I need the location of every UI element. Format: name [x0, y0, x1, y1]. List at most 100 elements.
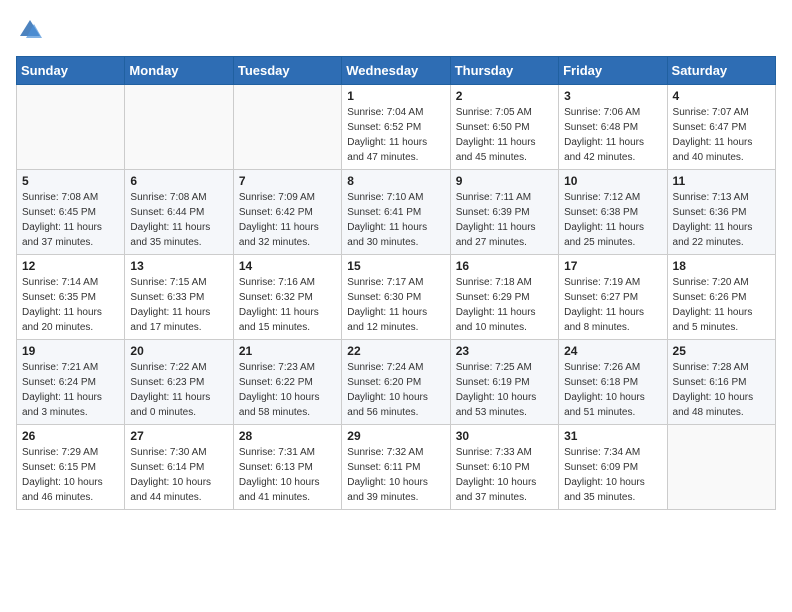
calendar-table: SundayMondayTuesdayWednesdayThursdayFrid… — [16, 56, 776, 510]
day-number: 16 — [456, 259, 553, 273]
calendar-week-row: 19 Sunrise: 7:21 AM Sunset: 6:24 PM Dayli… — [17, 340, 776, 425]
day-number: 29 — [347, 429, 444, 443]
day-info: Sunrise: 7:09 AM Sunset: 6:42 PM Dayligh… — [239, 190, 336, 250]
day-info: Sunrise: 7:07 AM Sunset: 6:47 PM Dayligh… — [673, 105, 770, 165]
day-number: 8 — [347, 174, 444, 188]
day-info: Sunrise: 7:13 AM Sunset: 6:36 PM Dayligh… — [673, 190, 770, 250]
day-info: Sunrise: 7:28 AM Sunset: 6:16 PM Dayligh… — [673, 360, 770, 420]
col-header-monday: Monday — [125, 57, 233, 85]
day-number: 21 — [239, 344, 336, 358]
day-number: 19 — [22, 344, 119, 358]
day-info: Sunrise: 7:32 AM Sunset: 6:11 PM Dayligh… — [347, 445, 444, 505]
calendar-cell: 16 Sunrise: 7:18 AM Sunset: 6:29 PM Dayli… — [450, 255, 558, 340]
day-info: Sunrise: 7:08 AM Sunset: 6:44 PM Dayligh… — [130, 190, 227, 250]
day-info: Sunrise: 7:34 AM Sunset: 6:09 PM Dayligh… — [564, 445, 661, 505]
calendar-cell: 13 Sunrise: 7:15 AM Sunset: 6:33 PM Dayli… — [125, 255, 233, 340]
day-number: 24 — [564, 344, 661, 358]
calendar-cell: 31 Sunrise: 7:34 AM Sunset: 6:09 PM Dayli… — [559, 425, 667, 510]
calendar-cell: 23Sunrise: 7:25 AM Sunset: 6:19 PM Dayli… — [450, 340, 558, 425]
day-number: 27 — [130, 429, 227, 443]
day-info: Sunrise: 7:33 AM Sunset: 6:10 PM Dayligh… — [456, 445, 553, 505]
day-number: 15 — [347, 259, 444, 273]
calendar-cell — [17, 85, 125, 170]
calendar-cell: 10Sunrise: 7:12 AM Sunset: 6:38 PM Dayli… — [559, 170, 667, 255]
day-info: Sunrise: 7:25 AM Sunset: 6:19 PM Dayligh… — [456, 360, 553, 420]
day-number: 4 — [673, 89, 770, 103]
calendar-cell: 9 Sunrise: 7:11 AM Sunset: 6:39 PM Daylig… — [450, 170, 558, 255]
day-number: 10 — [564, 174, 661, 188]
col-header-wednesday: Wednesday — [342, 57, 450, 85]
calendar-cell: 5 Sunrise: 7:08 AM Sunset: 6:45 PM Daylig… — [17, 170, 125, 255]
day-info: Sunrise: 7:17 AM Sunset: 6:30 PM Dayligh… — [347, 275, 444, 335]
calendar-cell: 18Sunrise: 7:20 AM Sunset: 6:26 PM Dayli… — [667, 255, 775, 340]
calendar-cell: 11 Sunrise: 7:13 AM Sunset: 6:36 PM Dayli… — [667, 170, 775, 255]
calendar-week-row: 1Sunrise: 7:04 AM Sunset: 6:52 PM Daylig… — [17, 85, 776, 170]
logo — [16, 16, 48, 44]
day-info: Sunrise: 7:23 AM Sunset: 6:22 PM Dayligh… — [239, 360, 336, 420]
col-header-saturday: Saturday — [667, 57, 775, 85]
day-info: Sunrise: 7:06 AM Sunset: 6:48 PM Dayligh… — [564, 105, 661, 165]
day-number: 5 — [22, 174, 119, 188]
day-number: 14 — [239, 259, 336, 273]
calendar-cell — [233, 85, 341, 170]
calendar-cell: 17Sunrise: 7:19 AM Sunset: 6:27 PM Dayli… — [559, 255, 667, 340]
day-info: Sunrise: 7:20 AM Sunset: 6:26 PM Dayligh… — [673, 275, 770, 335]
col-header-tuesday: Tuesday — [233, 57, 341, 85]
logo-icon — [16, 16, 44, 44]
day-number: 11 — [673, 174, 770, 188]
calendar-cell: 20 Sunrise: 7:22 AM Sunset: 6:23 PM Dayli… — [125, 340, 233, 425]
day-info: Sunrise: 7:14 AM Sunset: 6:35 PM Dayligh… — [22, 275, 119, 335]
day-info: Sunrise: 7:16 AM Sunset: 6:32 PM Dayligh… — [239, 275, 336, 335]
day-info: Sunrise: 7:24 AM Sunset: 6:20 PM Dayligh… — [347, 360, 444, 420]
calendar-cell: 27 Sunrise: 7:30 AM Sunset: 6:14 PM Dayli… — [125, 425, 233, 510]
col-header-sunday: Sunday — [17, 57, 125, 85]
page-header — [16, 16, 776, 44]
day-number: 2 — [456, 89, 553, 103]
calendar-cell: 8 Sunrise: 7:10 AM Sunset: 6:41 PM Daylig… — [342, 170, 450, 255]
calendar-cell: 6 Sunrise: 7:08 AM Sunset: 6:44 PM Daylig… — [125, 170, 233, 255]
day-info: Sunrise: 7:30 AM Sunset: 6:14 PM Dayligh… — [130, 445, 227, 505]
calendar-week-row: 26 Sunrise: 7:29 AM Sunset: 6:15 PM Dayli… — [17, 425, 776, 510]
calendar-cell: 21 Sunrise: 7:23 AM Sunset: 6:22 PM Dayli… — [233, 340, 341, 425]
calendar-cell: 7Sunrise: 7:09 AM Sunset: 6:42 PM Daylig… — [233, 170, 341, 255]
day-info: Sunrise: 7:04 AM Sunset: 6:52 PM Dayligh… — [347, 105, 444, 165]
calendar-header-row: SundayMondayTuesdayWednesdayThursdayFrid… — [17, 57, 776, 85]
day-number: 17 — [564, 259, 661, 273]
calendar-cell: 25Sunrise: 7:28 AM Sunset: 6:16 PM Dayli… — [667, 340, 775, 425]
day-number: 26 — [22, 429, 119, 443]
calendar-cell: 30 Sunrise: 7:33 AM Sunset: 6:10 PM Dayli… — [450, 425, 558, 510]
calendar-cell: 1Sunrise: 7:04 AM Sunset: 6:52 PM Daylig… — [342, 85, 450, 170]
calendar-cell — [125, 85, 233, 170]
day-number: 12 — [22, 259, 119, 273]
day-number: 3 — [564, 89, 661, 103]
calendar-cell: 2 Sunrise: 7:05 AM Sunset: 6:50 PM Daylig… — [450, 85, 558, 170]
day-number: 30 — [456, 429, 553, 443]
day-info: Sunrise: 7:08 AM Sunset: 6:45 PM Dayligh… — [22, 190, 119, 250]
day-number: 9 — [456, 174, 553, 188]
day-info: Sunrise: 7:21 AM Sunset: 6:24 PM Dayligh… — [22, 360, 119, 420]
calendar-cell: 29 Sunrise: 7:32 AM Sunset: 6:11 PM Dayli… — [342, 425, 450, 510]
calendar-cell: 4 Sunrise: 7:07 AM Sunset: 6:47 PM Daylig… — [667, 85, 775, 170]
day-number: 20 — [130, 344, 227, 358]
day-info: Sunrise: 7:29 AM Sunset: 6:15 PM Dayligh… — [22, 445, 119, 505]
day-number: 31 — [564, 429, 661, 443]
calendar-week-row: 5 Sunrise: 7:08 AM Sunset: 6:45 PM Daylig… — [17, 170, 776, 255]
day-info: Sunrise: 7:26 AM Sunset: 6:18 PM Dayligh… — [564, 360, 661, 420]
day-number: 22 — [347, 344, 444, 358]
day-info: Sunrise: 7:05 AM Sunset: 6:50 PM Dayligh… — [456, 105, 553, 165]
day-info: Sunrise: 7:22 AM Sunset: 6:23 PM Dayligh… — [130, 360, 227, 420]
day-number: 28 — [239, 429, 336, 443]
day-info: Sunrise: 7:10 AM Sunset: 6:41 PM Dayligh… — [347, 190, 444, 250]
col-header-thursday: Thursday — [450, 57, 558, 85]
day-info: Sunrise: 7:11 AM Sunset: 6:39 PM Dayligh… — [456, 190, 553, 250]
calendar-cell: 22 Sunrise: 7:24 AM Sunset: 6:20 PM Dayli… — [342, 340, 450, 425]
day-info: Sunrise: 7:15 AM Sunset: 6:33 PM Dayligh… — [130, 275, 227, 335]
day-info: Sunrise: 7:18 AM Sunset: 6:29 PM Dayligh… — [456, 275, 553, 335]
calendar-cell: 28Sunrise: 7:31 AM Sunset: 6:13 PM Dayli… — [233, 425, 341, 510]
calendar-cell: 19 Sunrise: 7:21 AM Sunset: 6:24 PM Dayli… — [17, 340, 125, 425]
calendar-cell: 15 Sunrise: 7:17 AM Sunset: 6:30 PM Dayli… — [342, 255, 450, 340]
day-number: 13 — [130, 259, 227, 273]
calendar-week-row: 12 Sunrise: 7:14 AM Sunset: 6:35 PM Dayli… — [17, 255, 776, 340]
calendar-cell: 12 Sunrise: 7:14 AM Sunset: 6:35 PM Dayli… — [17, 255, 125, 340]
day-number: 6 — [130, 174, 227, 188]
